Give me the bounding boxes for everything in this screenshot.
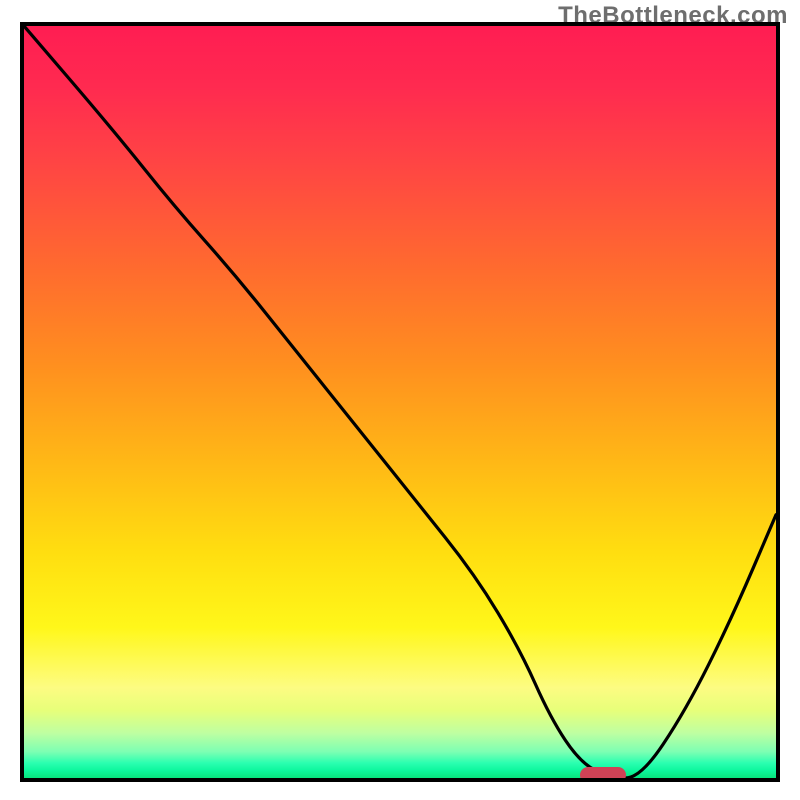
plot-area [20, 22, 780, 782]
chart-canvas: TheBottleneck.com [0, 0, 800, 800]
bottleneck-curve [24, 26, 776, 778]
optimal-marker [580, 767, 625, 782]
curve-layer [24, 26, 776, 778]
